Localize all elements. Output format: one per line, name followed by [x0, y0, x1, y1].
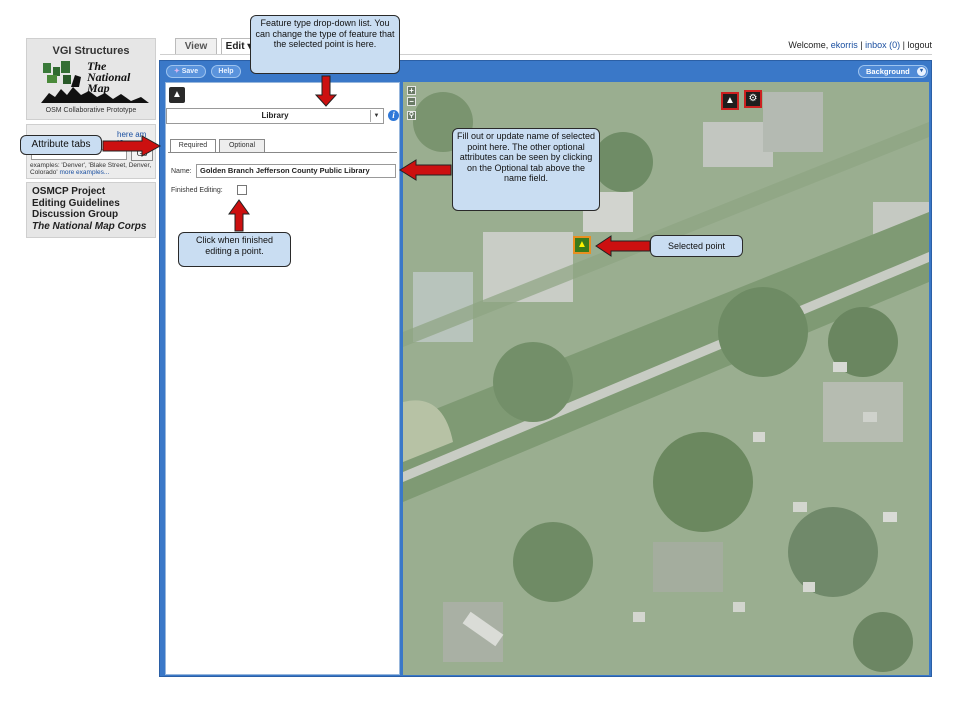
logo-subtitle: OSM Collaborative Prototype	[45, 107, 137, 114]
logo-box[interactable]: VGI Structures The National Map OSM Coll…	[26, 38, 156, 120]
feature-type-select[interactable]: Library ▼	[166, 108, 384, 124]
library-poi-icon[interactable]: ▲	[721, 92, 739, 110]
search-examples: examples: 'Denver', 'Blake Street, Denve…	[30, 162, 154, 176]
zoom-in-icon[interactable]: +	[407, 86, 416, 95]
logo-text: The National Map	[87, 60, 130, 95]
background-button[interactable]: Background ▾	[858, 65, 928, 78]
zoom-search-icon[interactable]: ⚲	[407, 111, 416, 120]
tab-divider	[168, 152, 397, 153]
chevron-down-icon[interactable]: ▾	[917, 67, 926, 76]
more-examples-link[interactable]: more examples...	[59, 169, 109, 176]
properties-panel: ▲ Library ▼ i Required Optional Name: Go…	[165, 82, 400, 675]
project-links: OSMCP Project Editing Guidelines Discuss…	[26, 182, 156, 238]
tab-view[interactable]: View	[175, 38, 217, 55]
info-icon[interactable]: i	[388, 110, 399, 121]
logo-title: VGI Structures	[52, 45, 130, 57]
callout-finished-editing: Click when finished editing a point.	[178, 232, 291, 267]
logo-text-line: Map	[87, 81, 110, 95]
zoom-out-icon[interactable]: −	[407, 97, 416, 106]
tab-optional[interactable]: Optional	[219, 139, 265, 153]
inbox-link[interactable]: inbox (0)	[865, 40, 900, 50]
link-discussion-group[interactable]: Discussion Group	[32, 209, 150, 221]
callout-fill-name: Fill out or update name of selected poin…	[452, 128, 600, 211]
background-label: Background	[866, 67, 910, 76]
finished-editing-label: Finished Editing:	[171, 187, 223, 194]
link-editing-guidelines[interactable]: Editing Guidelines	[32, 198, 150, 210]
name-label: Name:	[171, 168, 192, 175]
selected-point-marker[interactable]: ▲	[573, 236, 591, 254]
welcome-bar: Welcome, ekorris | inbox (0) | logout	[788, 40, 932, 50]
welcome-prefix: Welcome,	[788, 40, 829, 50]
save-icon: ✦	[173, 68, 180, 75]
name-field[interactable]: Golden Branch Jefferson County Public Li…	[196, 164, 396, 178]
link-osmcp-project[interactable]: OSMCP Project	[32, 186, 150, 198]
username-link[interactable]: ekorris	[831, 40, 858, 50]
link-national-map-corps[interactable]: The National Map Corps	[32, 221, 150, 233]
help-button[interactable]: Help	[211, 65, 241, 78]
search-go-button[interactable]: Go	[131, 147, 153, 161]
tab-required[interactable]: Required	[170, 139, 216, 153]
logout-link[interactable]: logout	[907, 40, 932, 50]
callout-feature-type: Feature type drop-down list. You can cha…	[250, 15, 400, 74]
save-label: Save	[181, 68, 199, 75]
chevron-down-icon[interactable]: ▼	[370, 110, 382, 122]
app-root: { "sidebar": { "logo_title": "VGI Struct…	[0, 0, 960, 720]
gear-poi-icon[interactable]: ⚙	[744, 90, 762, 108]
finished-editing-checkbox[interactable]	[237, 185, 247, 195]
save-button[interactable]: ✦ Save	[166, 65, 206, 78]
where-am-i-link[interactable]: here am I?	[117, 130, 155, 148]
feature-type-value: Library	[261, 111, 289, 120]
library-icon: ▲	[169, 87, 185, 103]
callout-attribute-tabs: Attribute tabs	[20, 135, 102, 155]
callout-selected-point: Selected point	[650, 235, 743, 257]
